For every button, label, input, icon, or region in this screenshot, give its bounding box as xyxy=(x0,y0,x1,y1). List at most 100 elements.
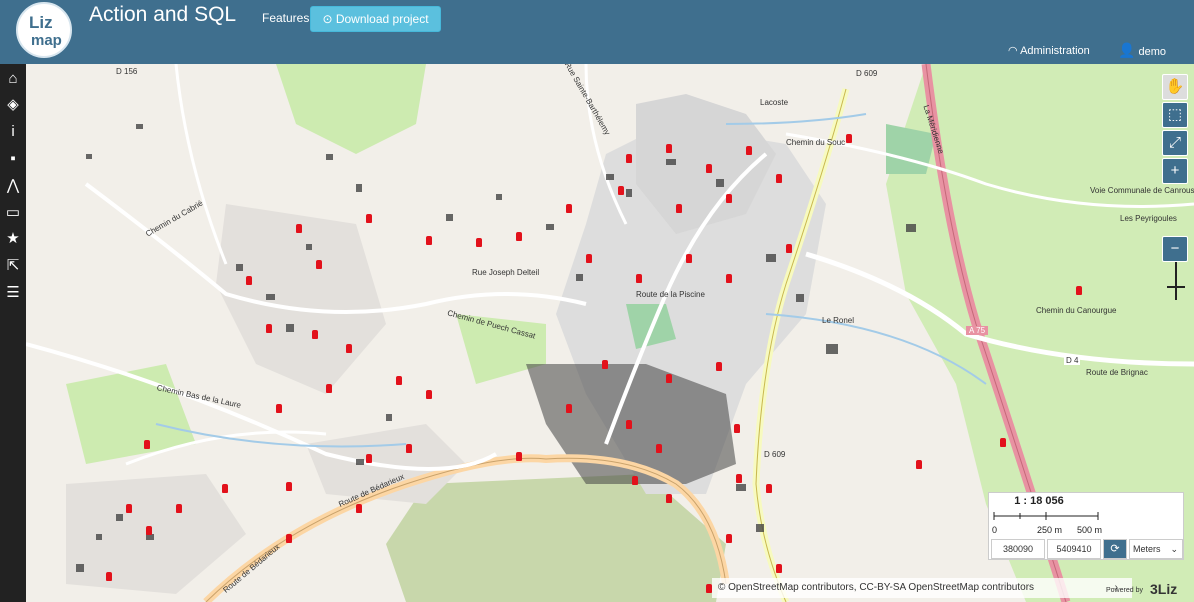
download-project-button[interactable]: ⊙ Download project xyxy=(310,6,441,32)
feature-marker[interactable] xyxy=(626,154,632,163)
feature-marker[interactable] xyxy=(326,384,332,393)
user-label: demo xyxy=(1138,46,1167,58)
home-icon[interactable]: ⌂ xyxy=(0,66,26,92)
feature-marker[interactable] xyxy=(126,504,132,513)
zoom-slider-handle[interactable] xyxy=(1167,286,1185,288)
feature-marker[interactable] xyxy=(516,232,522,241)
feature-marker[interactable] xyxy=(776,564,782,573)
map-label-d156: D 156 xyxy=(116,67,138,76)
info-icon[interactable]: i xyxy=(0,119,26,145)
feature-marker[interactable] xyxy=(686,254,692,263)
share-icon[interactable]: ⇱ xyxy=(0,253,26,279)
feature-marker[interactable] xyxy=(586,254,592,263)
feature-marker[interactable] xyxy=(286,482,292,491)
feature-marker[interactable] xyxy=(626,420,632,429)
feature-marker[interactable] xyxy=(726,194,732,203)
feature-marker[interactable] xyxy=(366,214,372,223)
scale-panel: 1 : 18 056 0 250 m 500 m 380090 5409410 … xyxy=(988,492,1184,560)
layers-icon[interactable]: ◈ xyxy=(0,92,26,118)
feature-marker[interactable] xyxy=(706,164,712,173)
feature-marker[interactable] xyxy=(676,204,682,213)
feature-marker[interactable] xyxy=(222,484,228,493)
feature-marker[interactable] xyxy=(846,134,852,143)
feature-marker[interactable] xyxy=(146,526,152,535)
lizmap-logo[interactable]: Liz map xyxy=(16,2,72,58)
feature-marker[interactable] xyxy=(176,504,182,513)
presentation-icon[interactable]: ▭ xyxy=(0,200,26,226)
feature-marker[interactable] xyxy=(476,238,482,247)
zoom-to-extent-button[interactable]: ⤢ xyxy=(1162,130,1188,156)
user-menu[interactable]: 👤 demo xyxy=(1118,42,1166,59)
feature-marker[interactable] xyxy=(276,404,282,413)
scale-tick-500: 500 m xyxy=(1077,525,1103,535)
map-label-rue-joseph-delteil: Rue Joseph Delteil xyxy=(472,268,540,277)
feature-marker[interactable] xyxy=(736,474,742,483)
feature-marker[interactable] xyxy=(666,374,672,383)
feature-marker[interactable] xyxy=(286,534,292,543)
feature-marker[interactable] xyxy=(618,186,624,195)
left-menu: ⌂ ◈ i ▪ ⋀ ▭ ★ ⇱ ☰ xyxy=(0,64,26,602)
feature-marker[interactable] xyxy=(656,444,662,453)
units-select[interactable]: Meters ⌄ xyxy=(1129,539,1183,559)
feature-marker[interactable] xyxy=(602,360,608,369)
feature-marker[interactable] xyxy=(566,404,572,413)
refresh-coords-button[interactable]: ⟳ xyxy=(1103,539,1127,559)
elevation-icon[interactable]: ⋀ xyxy=(0,173,26,199)
zoom-box-icon: ⬚ xyxy=(1167,106,1183,123)
feature-marker[interactable] xyxy=(666,144,672,153)
feature-marker[interactable] xyxy=(666,494,672,503)
units-value: Meters xyxy=(1133,544,1161,554)
feature-marker[interactable] xyxy=(356,504,362,513)
feature-marker[interactable] xyxy=(566,204,572,213)
hand-icon: ✋ xyxy=(1165,78,1185,95)
pan-tool-button[interactable]: ✋ xyxy=(1162,74,1188,100)
feature-marker[interactable] xyxy=(246,276,252,285)
feature-marker[interactable] xyxy=(426,390,432,399)
feature-marker[interactable] xyxy=(786,244,792,253)
feature-marker[interactable] xyxy=(426,236,432,245)
feature-marker[interactable] xyxy=(1076,286,1082,295)
comment-icon[interactable]: ▪ xyxy=(0,146,26,172)
zoom-in-button[interactable]: + xyxy=(1162,158,1188,184)
coord-y-field[interactable]: 5409410 xyxy=(1047,539,1101,559)
coord-x-field[interactable]: 380090 xyxy=(991,539,1045,559)
map-label-chemin-souc: Chemin du Souc xyxy=(786,138,846,147)
feature-marker[interactable] xyxy=(746,146,752,155)
feature-marker[interactable] xyxy=(632,476,638,485)
feature-marker[interactable] xyxy=(266,324,272,333)
zoom-out-button[interactable]: − xyxy=(1162,236,1188,262)
feature-marker[interactable] xyxy=(916,460,922,469)
feature-marker[interactable] xyxy=(776,174,782,183)
feature-marker[interactable] xyxy=(1000,438,1006,447)
zoom-slider[interactable] xyxy=(1175,260,1177,300)
feature-marker[interactable] xyxy=(726,534,732,543)
star-icon[interactable]: ★ xyxy=(0,226,26,252)
map-label-d609: D 609 xyxy=(856,69,878,78)
feature-marker[interactable] xyxy=(312,330,318,339)
feature-marker[interactable] xyxy=(716,362,722,371)
attribution-bar: © OpenStreetMap contributors, CC-BY-SA O… xyxy=(712,578,1132,598)
feature-marker[interactable] xyxy=(726,274,732,283)
logo-text-top: Liz xyxy=(29,13,53,32)
feature-marker[interactable] xyxy=(316,260,322,269)
map-label-route-piscine: Route de la Piscine xyxy=(636,290,705,299)
zoom-box-button[interactable]: ⬚ xyxy=(1162,102,1188,128)
map-label-canrous: Voie Communale de Canrous xyxy=(1090,186,1194,195)
powered-by-3liz[interactable]: Powered by 3Liz xyxy=(1106,580,1192,600)
feature-marker[interactable] xyxy=(346,344,352,353)
map-canvas[interactable]: D 156 D 609 La Méridienne Chemin du Cabr… xyxy=(26,64,1194,602)
feature-marker[interactable] xyxy=(296,224,302,233)
feature-marker[interactable] xyxy=(366,454,372,463)
feature-marker[interactable] xyxy=(106,572,112,581)
scale-ratio: 1 : 18 056 xyxy=(1014,495,1064,507)
administration-link[interactable]: ◠ Administration xyxy=(1008,44,1090,57)
feature-marker[interactable] xyxy=(516,452,522,461)
feature-marker[interactable] xyxy=(144,440,150,449)
feature-marker[interactable] xyxy=(636,274,642,283)
feature-marker[interactable] xyxy=(406,444,412,453)
feature-marker[interactable] xyxy=(396,376,402,385)
logo-text-bottom: map xyxy=(31,32,62,49)
feature-marker[interactable] xyxy=(766,484,772,493)
list-icon[interactable]: ☰ xyxy=(0,280,26,306)
feature-marker[interactable] xyxy=(734,424,740,433)
